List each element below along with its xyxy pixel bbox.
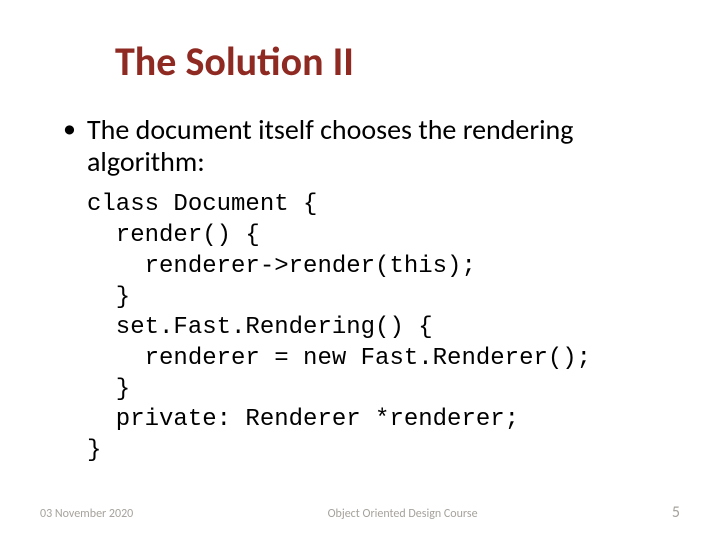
- slide-footer: 03 November 2020 Object Oriented Design …: [0, 503, 720, 522]
- slide-title: The Solution II: [115, 40, 665, 84]
- bullet-list: The document itself chooses the renderin…: [55, 114, 665, 178]
- bullet-text: The document itself chooses the renderin…: [87, 112, 573, 179]
- bullet-item: The document itself chooses the renderin…: [63, 114, 665, 178]
- footer-date: 03 November 2020: [40, 507, 133, 521]
- code-block: class Document { render() { renderer->re…: [87, 190, 665, 466]
- footer-course: Object Oriented Design Course: [133, 507, 672, 521]
- footer-page-number: 5: [672, 503, 680, 522]
- slide: The Solution II The document itself choo…: [0, 0, 720, 540]
